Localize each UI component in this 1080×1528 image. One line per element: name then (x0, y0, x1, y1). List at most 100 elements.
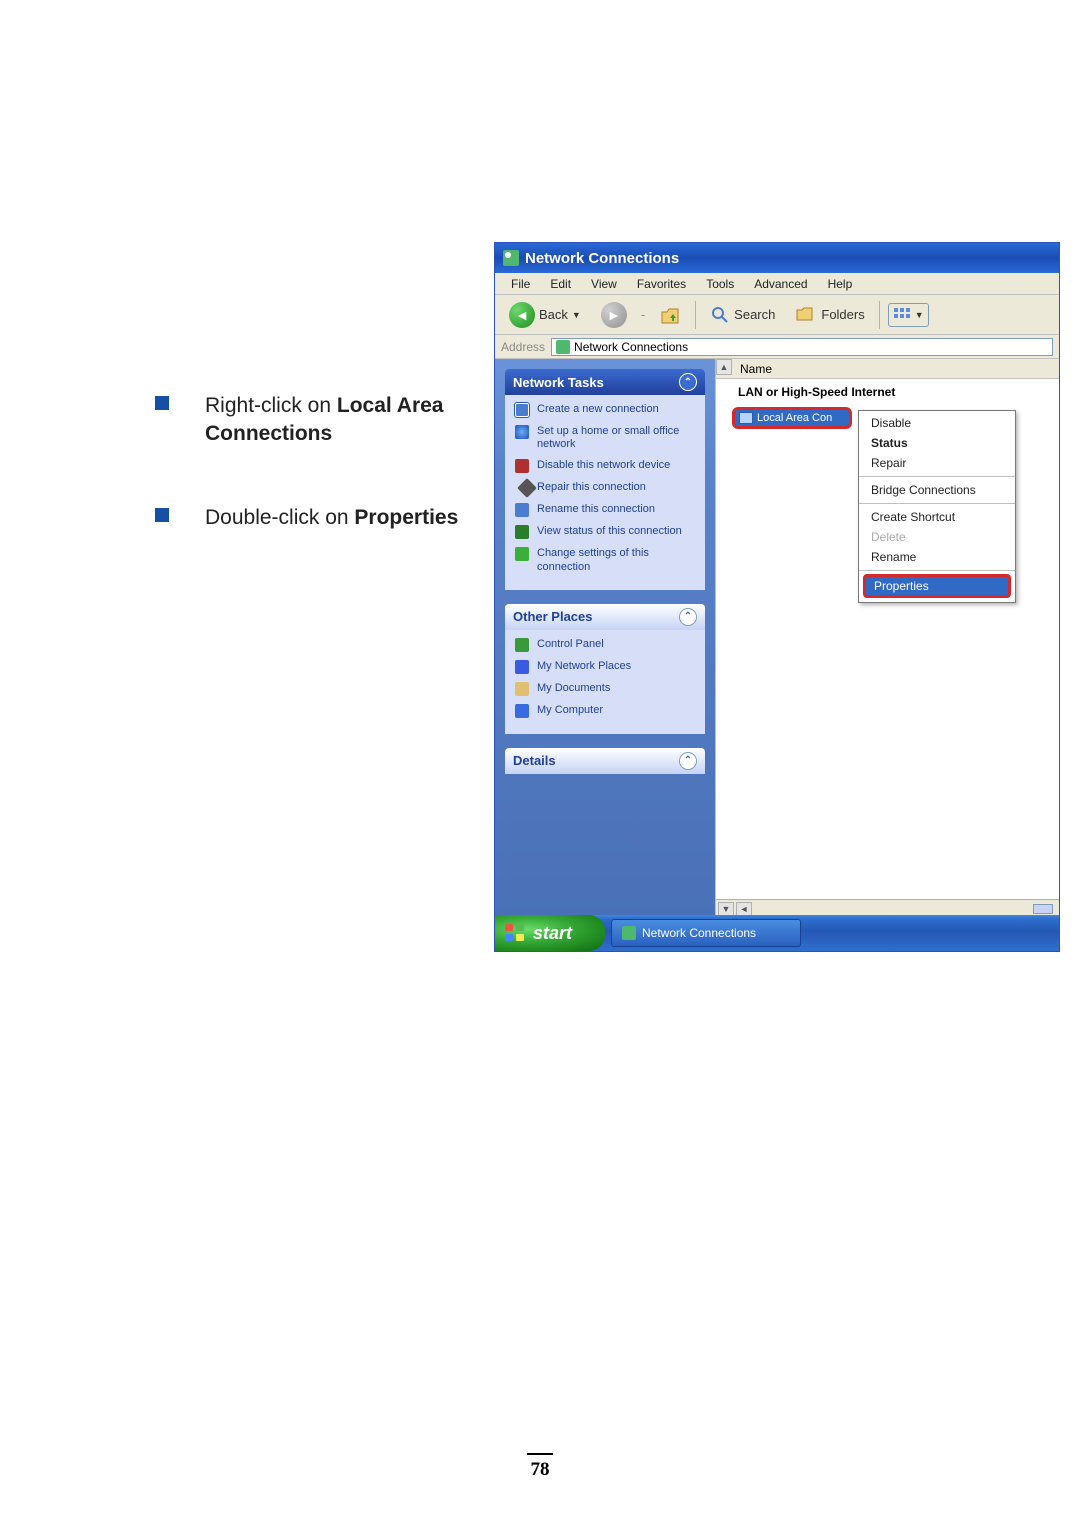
menu-advanced[interactable]: Advanced (744, 275, 817, 293)
control-panel-icon (515, 638, 529, 652)
column-name-label: Name (740, 362, 772, 376)
search-icon (710, 305, 730, 325)
menu-separator (859, 476, 1015, 477)
task-label: Repair this connection (537, 481, 646, 495)
panel-header[interactable]: Details ⌃ (505, 748, 705, 774)
bullet-square-icon (155, 396, 169, 410)
chevron-up-icon[interactable]: ⌃ (679, 752, 697, 770)
folder-up-icon (659, 304, 681, 326)
separator (879, 301, 880, 329)
dropdown-arrow-icon: ▼ (915, 310, 924, 320)
scroll-up-button[interactable]: ▲ (716, 359, 732, 375)
start-button[interactable]: start (495, 915, 605, 951)
instruction-item: Right-click on Local Area Connections (155, 392, 465, 449)
context-menu-shortcut[interactable]: Create Shortcut (859, 507, 1015, 527)
column-header[interactable]: Name (716, 359, 1059, 379)
context-menu-rename[interactable]: Rename (859, 547, 1015, 567)
scroll-down-button[interactable]: ▼ (718, 902, 734, 916)
back-label: Back (539, 307, 568, 322)
task-label: Disable this network device (537, 459, 670, 473)
back-arrow-icon: ◄ (509, 302, 535, 328)
folders-label: Folders (821, 307, 864, 322)
panel-header[interactable]: Network Tasks ⌃ (505, 369, 705, 395)
menu-view[interactable]: View (581, 275, 627, 293)
task-item[interactable]: View status of this connection (515, 525, 695, 539)
task-item[interactable]: Create a new connection (515, 403, 695, 417)
task-label: Set up a home or small office network (537, 425, 695, 451)
address-input[interactable]: Network Connections (551, 338, 1053, 356)
instruction-list: Right-click on Local Area Connections Do… (155, 392, 465, 587)
network-places-icon (515, 660, 529, 674)
chevron-up-icon[interactable]: ⌃ (679, 608, 697, 626)
content-area[interactable]: ▲ Name LAN or High-Speed Internet Local … (715, 359, 1059, 917)
task-pane: Network Tasks ⌃ Create a new connection … (495, 359, 715, 917)
views-button[interactable]: ▼ (888, 303, 929, 327)
task-item[interactable]: Repair this connection (515, 481, 695, 495)
start-label: start (533, 923, 572, 944)
network-connections-icon (503, 250, 519, 266)
place-label: Control Panel (537, 638, 604, 652)
network-connections-window: Network Connections File Edit View Favor… (494, 242, 1060, 952)
my-computer-icon (515, 704, 529, 718)
details-panel: Details ⌃ (505, 748, 705, 774)
place-label: My Computer (537, 704, 603, 718)
panel-header[interactable]: Other Places ⌃ (505, 604, 705, 630)
back-button[interactable]: ◄ Back ▼ (503, 300, 587, 330)
taskbar-app-label: Network Connections (642, 926, 756, 940)
instruction-text: Double-click on (205, 506, 354, 529)
network-tasks-panel: Network Tasks ⌃ Create a new connection … (505, 369, 705, 590)
context-menu: Disable Status Repair Bridge Connections… (858, 410, 1016, 603)
menu-file[interactable]: File (501, 275, 540, 293)
network-connections-icon (556, 340, 570, 354)
folders-button[interactable]: Folders (789, 303, 870, 327)
context-menu-status[interactable]: Status (859, 433, 1015, 453)
disable-device-icon (515, 459, 529, 473)
context-menu-properties[interactable]: Properties (863, 574, 1011, 598)
task-item[interactable]: Change settings of this connection (515, 547, 695, 573)
menu-edit[interactable]: Edit (540, 275, 581, 293)
repair-icon (517, 478, 537, 498)
task-item[interactable]: Disable this network device (515, 459, 695, 473)
search-button[interactable]: Search (704, 303, 781, 327)
scroll-left-button[interactable]: ◄ (736, 902, 752, 916)
place-label: My Network Places (537, 660, 631, 674)
home-network-icon (515, 425, 529, 439)
search-label: Search (734, 307, 775, 322)
context-menu-repair[interactable]: Repair (859, 453, 1015, 473)
menu-separator (859, 570, 1015, 571)
views-icon (893, 307, 911, 323)
context-menu-disable[interactable]: Disable (859, 413, 1015, 433)
panel-title: Other Places (513, 609, 593, 624)
place-item[interactable]: My Computer (515, 704, 695, 718)
address-bar: Address Network Connections (495, 335, 1059, 359)
task-label: Change settings of this connection (537, 547, 695, 573)
category-header: LAN or High-Speed Internet (716, 379, 1059, 405)
instruction-item: Double-click on Properties (155, 504, 465, 532)
context-menu-delete: Delete (859, 527, 1015, 547)
place-item[interactable]: Control Panel (515, 638, 695, 652)
forward-button[interactable]: ► (595, 300, 633, 330)
local-area-connection-item[interactable]: Local Area Con (732, 407, 852, 429)
context-menu-bridge[interactable]: Bridge Connections (859, 480, 1015, 500)
folders-icon (795, 305, 817, 325)
connection-label: Local Area Con (757, 412, 832, 424)
window-titlebar[interactable]: Network Connections (495, 243, 1059, 273)
chevron-up-icon[interactable]: ⌃ (679, 373, 697, 391)
address-value: Network Connections (574, 340, 688, 354)
up-button[interactable] (653, 302, 687, 328)
place-item[interactable]: My Documents (515, 682, 695, 696)
task-label: Create a new connection (537, 403, 659, 417)
toolbar: ◄ Back ▼ ► - Search Folders (495, 295, 1059, 335)
new-connection-icon (515, 403, 529, 417)
panel-title: Network Tasks (513, 375, 604, 390)
menu-tools[interactable]: Tools (696, 275, 744, 293)
scroll-thumb[interactable] (1033, 904, 1053, 914)
address-label: Address (501, 340, 545, 354)
taskbar-app-network-connections[interactable]: Network Connections (611, 919, 801, 947)
menu-help[interactable]: Help (818, 275, 863, 293)
task-item[interactable]: Set up a home or small office network (515, 425, 695, 451)
place-item[interactable]: My Network Places (515, 660, 695, 674)
toolbar-separator-text: - (641, 307, 645, 322)
task-item[interactable]: Rename this connection (515, 503, 695, 517)
menu-favorites[interactable]: Favorites (627, 275, 696, 293)
